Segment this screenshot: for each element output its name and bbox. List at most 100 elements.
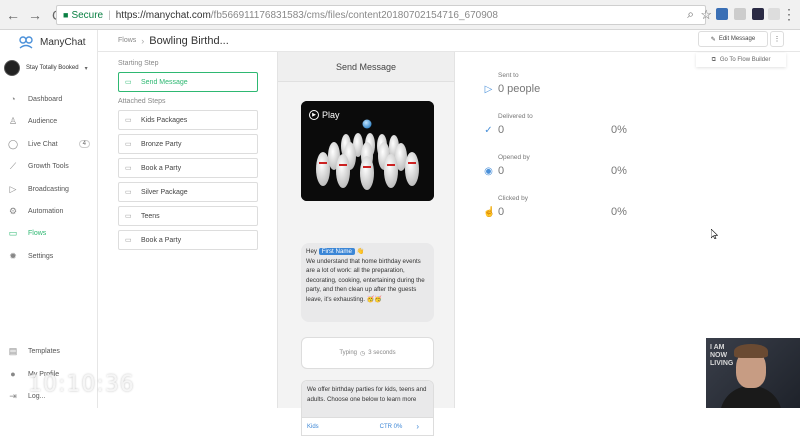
edit-message-button[interactable]: ✎ Edit Message bbox=[698, 31, 768, 47]
clock-icon: ◷ bbox=[360, 350, 366, 357]
back-icon[interactable]: ← bbox=[4, 6, 22, 24]
pencil-icon: ✎ bbox=[710, 36, 716, 43]
message-icon: ▭ bbox=[125, 213, 132, 220]
extension-icon[interactable] bbox=[716, 8, 728, 20]
page-name: Stay Totally Booked bbox=[26, 65, 79, 71]
sidebar-item-dashboard[interactable]: ◔ Dashboard bbox=[0, 90, 98, 108]
message-text: We understand that home birthday events … bbox=[306, 257, 425, 303]
chevron-right-icon: › bbox=[416, 422, 419, 431]
forward-icon[interactable]: → bbox=[26, 6, 44, 24]
waving-hand-emoji: 👋 bbox=[356, 248, 365, 255]
step-item[interactable]: ▭ Kids Packages bbox=[118, 110, 258, 130]
extension-icon[interactable] bbox=[734, 8, 746, 20]
step-send-message[interactable]: ▭ Send Message bbox=[118, 72, 258, 92]
sidebar-item-settings[interactable]: ✹ Settings bbox=[0, 247, 98, 265]
sidebar-item-label: Templates bbox=[28, 347, 60, 355]
step-item[interactable]: ▭ Book a Party bbox=[118, 158, 258, 178]
logout-icon: ⇥ bbox=[9, 391, 17, 401]
message-icon: ▭ bbox=[125, 117, 132, 124]
extension-icon[interactable] bbox=[752, 8, 764, 20]
message-icon: ▭ bbox=[125, 189, 132, 196]
sidebar-item-templates[interactable]: ▤ Templates bbox=[0, 342, 98, 360]
send-icon: ▷ bbox=[484, 83, 493, 95]
go-to-flow-builder-button[interactable]: ⧉ Go To Flow Builder bbox=[696, 53, 786, 67]
sidebar-item-automation[interactable]: ⚙ Automation bbox=[0, 202, 98, 220]
url-text: https://manychat.com/fb566911176831583/c… bbox=[115, 9, 498, 21]
step-item[interactable]: ▭ Silver Package bbox=[118, 182, 258, 202]
stat-sent: Sent to ▷ 0 people bbox=[484, 72, 541, 95]
chevron-right-icon: › bbox=[141, 35, 145, 46]
first-name-variable: First Name bbox=[318, 248, 356, 255]
app-name: ManyChat bbox=[40, 36, 86, 48]
stat-value: 0 bbox=[498, 124, 505, 136]
sidebar-item-label: Broadcasting bbox=[28, 185, 69, 193]
check-circle-icon: ✓ bbox=[484, 124, 493, 136]
stat-value: 0 bbox=[498, 206, 505, 218]
stat-percent: 0% bbox=[611, 165, 627, 177]
preview-title: Send Message bbox=[278, 52, 454, 82]
message-preview: Send Message ▶ Play Hey First Name 👋 We … bbox=[277, 52, 455, 436]
breadcrumb-flows[interactable]: Flows bbox=[118, 37, 136, 44]
browser-toolbar: ← → C ■ Secure | https://manychat.com/fb… bbox=[0, 0, 800, 30]
sidebar-item-label: Flows bbox=[28, 229, 47, 237]
extension-icon[interactable] bbox=[768, 8, 780, 20]
play-icon: ▶ bbox=[309, 110, 319, 120]
attached-steps-heading: Attached Steps bbox=[118, 98, 166, 105]
webcam-background-sign: I AM NOW LIVING bbox=[710, 344, 734, 367]
flow-title[interactable]: Bowling Birthd... bbox=[149, 35, 228, 47]
video-attachment[interactable]: ▶ Play bbox=[301, 101, 434, 201]
step-item[interactable]: ▭ Bronze Party bbox=[118, 134, 258, 154]
sidebar-item-live-chat[interactable]: ◯ Live Chat 4 bbox=[0, 135, 98, 153]
automation-icon: ⚙ bbox=[8, 206, 18, 216]
folder-icon: ▭ bbox=[8, 228, 18, 238]
message-icon: ▭ bbox=[125, 237, 132, 244]
user-icon: ♙ bbox=[8, 116, 18, 126]
sidebar-item-flows[interactable]: ▭ Flows bbox=[0, 224, 98, 242]
play-button[interactable]: ▶ Play bbox=[309, 110, 340, 120]
growth-icon: ⟋ bbox=[9, 161, 17, 171]
webcam-overlay: I AM NOW LIVING bbox=[706, 338, 800, 408]
page-switcher[interactable]: Stay Totally Booked ▾ bbox=[0, 57, 98, 79]
starting-step-heading: Starting Step bbox=[118, 60, 159, 67]
sidebar-item-label: Live Chat bbox=[28, 140, 58, 148]
sidebar-item-broadcasting[interactable]: ▷ Broadcasting bbox=[0, 180, 98, 198]
steps-panel: Starting Step ▭ Send Message Attached St… bbox=[118, 60, 258, 254]
page-avatar bbox=[4, 60, 20, 76]
address-bar[interactable]: ■ Secure | https://manychat.com/fb566911… bbox=[56, 5, 706, 25]
text-message-bubble: Hey First Name 👋 We understand that home… bbox=[301, 243, 434, 322]
sidebar-item-label: Automation bbox=[28, 207, 64, 215]
flow-header: Flows › Bowling Birthd... ✎ Edit Message… bbox=[98, 30, 800, 67]
card-text: We offer birthday parties for kids, teen… bbox=[302, 381, 433, 417]
stat-percent: 0% bbox=[611, 206, 627, 218]
secure-label: Secure bbox=[71, 9, 104, 21]
manychat-logo-icon bbox=[18, 34, 34, 50]
lock-icon: ■ bbox=[63, 10, 69, 20]
message-icon: ▭ bbox=[125, 165, 132, 172]
sidebar-item-label: Audience bbox=[28, 117, 58, 125]
live-chat-badge: 4 bbox=[78, 140, 90, 148]
bookmark-star-icon[interactable]: ☆ bbox=[700, 7, 712, 23]
buttons-card: We offer birthday parties for kids, teen… bbox=[301, 380, 434, 436]
card-button-kids[interactable]: Kids CTR 0% › bbox=[302, 417, 433, 435]
chevron-down-icon: ▾ bbox=[84, 65, 88, 72]
eye-icon: ◉ bbox=[484, 165, 493, 177]
sidebar-item-audience[interactable]: ♙ Audience bbox=[0, 112, 98, 130]
sidebar-item-label: Settings bbox=[28, 252, 54, 260]
stat-clicked: Clicked by ☝ 0 0% bbox=[483, 195, 627, 218]
stat-opened: Opened by ◉ 0 0% bbox=[484, 154, 627, 177]
step-item[interactable]: ▭ Book a Party bbox=[118, 230, 258, 250]
sidebar-item-label: Dashboard bbox=[28, 95, 63, 103]
logo[interactable]: ManyChat bbox=[18, 34, 86, 50]
gear-icon: ✹ bbox=[9, 251, 17, 261]
stat-value: 0 people bbox=[498, 83, 541, 95]
more-options-button[interactable]: ⋮ bbox=[770, 31, 784, 47]
step-item[interactable]: ▭ Teens bbox=[118, 206, 258, 226]
browser-menu-icon[interactable]: ⋮ bbox=[782, 6, 796, 23]
templates-icon: ▤ bbox=[8, 346, 18, 356]
manychat-app: ManyChat Stay Totally Booked ▾ ◔ Dashboa… bbox=[0, 30, 800, 436]
sidebar-item-growth-tools[interactable]: ⟋ Growth Tools bbox=[0, 157, 98, 175]
zoom-icon[interactable]: ⌕ bbox=[687, 7, 694, 22]
chat-icon: ◯ bbox=[8, 139, 19, 149]
message-icon: ▭ bbox=[125, 141, 132, 148]
sidebar: ManyChat Stay Totally Booked ▾ ◔ Dashboa… bbox=[0, 30, 98, 408]
